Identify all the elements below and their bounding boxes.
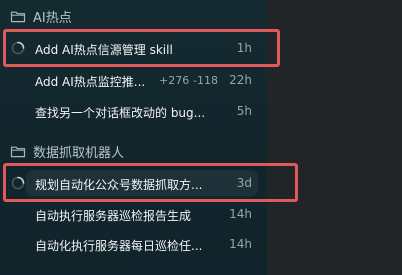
app-screen: AI热点 Add AI热点信源管理 skill 1h Add AI热点监控推..… bbox=[0, 0, 402, 275]
thread-item[interactable]: Add AI热点监控推... +276 -118 22h bbox=[0, 67, 262, 93]
thread-time: 5h bbox=[236, 104, 252, 118]
thread-item[interactable]: 自动化执行服务器每日巡检任... 14h bbox=[0, 231, 262, 257]
thread-item[interactable]: 规划自动化公众号数据抓取方... 3d bbox=[0, 170, 262, 196]
thread-title: 自动化执行服务器每日巡检任... bbox=[35, 239, 203, 253]
thread-item[interactable]: 自动执行服务器巡检报告生成 14h bbox=[0, 201, 262, 227]
thread-sidebar: AI热点 Add AI热点信源管理 skill 1h Add AI热点监控推..… bbox=[0, 0, 267, 275]
thread-time: 3d bbox=[236, 176, 252, 190]
loading-spinner-icon bbox=[11, 176, 25, 190]
diff-deletions: -118 bbox=[193, 74, 218, 87]
group-header-data-scraper-bot[interactable]: 数据抓取机器人 bbox=[10, 141, 124, 161]
diff-additions: +276 bbox=[159, 74, 190, 87]
thread-title: Add AI热点信源管理 skill bbox=[35, 43, 173, 57]
thread-title: 规划自动化公众号数据抓取方... bbox=[35, 178, 203, 192]
thread-time: 22h bbox=[229, 73, 252, 87]
thread-time: 14h bbox=[229, 237, 252, 251]
group-title: 数据抓取机器人 bbox=[33, 145, 125, 161]
thread-title: Add AI热点监控推... bbox=[35, 75, 146, 89]
thread-title: 查找另一个对话框改动的 bug... bbox=[35, 106, 206, 120]
thread-item[interactable]: 查找另一个对话框改动的 bug... 5h bbox=[0, 98, 262, 124]
group-title: AI热点 bbox=[33, 10, 72, 26]
thread-item[interactable]: Add AI热点信源管理 skill 1h bbox=[0, 35, 262, 61]
thread-time: 1h bbox=[236, 41, 252, 55]
thread-time: 14h bbox=[229, 207, 252, 221]
main-panel-edge bbox=[267, 0, 402, 275]
folder-icon bbox=[10, 144, 26, 158]
folder-icon bbox=[10, 9, 26, 23]
loading-spinner-icon bbox=[11, 41, 25, 55]
group-header-ai-hotspot[interactable]: AI热点 bbox=[10, 6, 72, 26]
thread-title: 自动执行服务器巡检报告生成 bbox=[35, 209, 192, 223]
